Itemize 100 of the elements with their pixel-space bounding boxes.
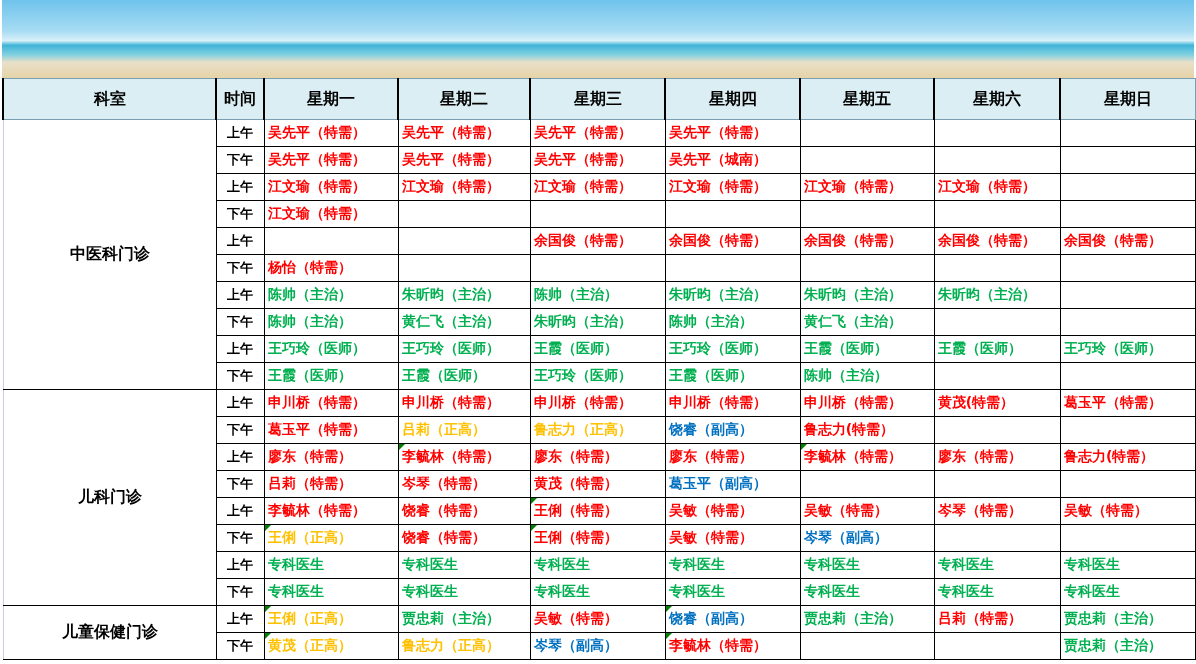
schedule-cell: 专科医生 xyxy=(800,578,935,606)
schedule-cell: 江文瑜（特需） xyxy=(530,173,666,201)
schedule-cell: 王霞（医师） xyxy=(264,362,399,390)
schedule-cell: 专科医生 xyxy=(530,551,666,579)
schedule-cell: 吴敏（特需） xyxy=(530,605,666,633)
schedule-cell: 王霞（医师） xyxy=(800,335,935,363)
schedule-cell: 吴先平（特需） xyxy=(665,119,801,147)
schedule-cell: 王巧玲（医师） xyxy=(398,335,531,363)
schedule-cell: 王俐（特需） xyxy=(530,524,666,552)
schedule-cell: 葛玉平（特需） xyxy=(264,416,399,444)
schedule-cell: 李毓林（特需） xyxy=(665,632,801,660)
schedule-cell: 陈帅（主治） xyxy=(530,281,666,309)
schedule-cell: 专科医生 xyxy=(665,551,801,579)
schedule-cell: 廖东（特需） xyxy=(530,443,666,471)
schedule-cell: 申川桥（特需） xyxy=(800,389,935,417)
schedule-cell: 专科医生 xyxy=(665,578,801,606)
department-cell: 儿童保健门诊 xyxy=(3,605,217,660)
time-cell: 下午 xyxy=(216,200,265,228)
schedule-cell: 陈帅（主治） xyxy=(800,362,935,390)
schedule-cell: 王霞（医师） xyxy=(665,362,801,390)
schedule-cell: 岑琴（特需） xyxy=(398,470,531,498)
schedule-cell: 王俐（特需） xyxy=(530,497,666,525)
schedule-cell: 黄茂（特需） xyxy=(530,470,666,498)
schedule-cell: 专科医生 xyxy=(934,578,1061,606)
schedule-cell: 王霞（医师） xyxy=(398,362,531,390)
time-cell: 上午 xyxy=(216,389,265,417)
schedule-cell: 吴先平（特需） xyxy=(398,119,531,147)
schedule-cell: 廖东（特需） xyxy=(264,443,399,471)
schedule-cell: 杨怡（特需） xyxy=(264,254,399,282)
schedule-cell: 黄仁飞（主治） xyxy=(398,308,531,336)
time-cell: 下午 xyxy=(216,632,265,660)
schedule-cell: 专科医生 xyxy=(398,578,531,606)
time-cell: 下午 xyxy=(216,524,265,552)
schedule-cell: 吴先平（城南） xyxy=(665,146,801,174)
schedule-cell: 王俐（正高） xyxy=(264,605,399,633)
schedule-cell: 饶睿（副高） xyxy=(665,605,801,633)
schedule-cell: 朱昕昀（主治） xyxy=(665,281,801,309)
schedule-cell: 申川桥（特需） xyxy=(264,389,399,417)
schedule-cell: 鲁志力（正高） xyxy=(398,632,531,660)
schedule-cell: 陈帅（主治） xyxy=(264,308,399,336)
schedule-cell: 岑琴（副高） xyxy=(530,632,666,660)
schedule-cell: 黄仁飞（主治） xyxy=(800,308,935,336)
time-cell: 上午 xyxy=(216,551,265,579)
schedule-cell: 王巧玲（医师） xyxy=(264,335,399,363)
schedule-cell: 吴先平（特需） xyxy=(398,146,531,174)
schedule-cell: 专科医生 xyxy=(934,551,1061,579)
schedule-cell: 吕莉（特需） xyxy=(264,470,399,498)
schedule-cell: 吴先平（特需） xyxy=(530,119,666,147)
time-cell: 上午 xyxy=(216,119,265,147)
schedule-cell: 黄茂(特需） xyxy=(934,389,1061,417)
schedule-cell: 李毓林（特需） xyxy=(264,497,399,525)
schedule-cell: 饶睿（特需） xyxy=(398,497,531,525)
schedule-cell: 吴先平（特需） xyxy=(530,146,666,174)
schedule-cell: 朱昕昀（主治） xyxy=(934,281,1061,309)
schedule-cell: 廖东（特需） xyxy=(934,443,1061,471)
time-cell: 上午 xyxy=(216,605,265,633)
time-cell: 下午 xyxy=(216,362,265,390)
schedule-cell: 陈帅（主治） xyxy=(264,281,399,309)
schedule-cell: 吴先平（特需） xyxy=(264,119,399,147)
department-cell: 儿科门诊 xyxy=(3,389,217,606)
schedule-cell: 余国俊（特需） xyxy=(800,227,935,255)
schedule-cell: 专科医生 xyxy=(530,578,666,606)
schedule-cell: 专科医生 xyxy=(264,578,399,606)
schedule-cell: 余国俊（特需） xyxy=(665,227,801,255)
schedule-cell: 朱昕昀（主治） xyxy=(398,281,531,309)
schedule-cell: 江文瑜（特需） xyxy=(398,173,531,201)
time-cell: 上午 xyxy=(216,227,265,255)
schedule-cell: 王巧玲（医师） xyxy=(1060,335,1196,363)
schedule-cell: 葛玉平（副高） xyxy=(665,470,801,498)
column-header: 科室 xyxy=(3,78,217,120)
schedule-cell: 贾忠莉（主治） xyxy=(1060,632,1196,660)
schedule-cell: 饶睿（副高） xyxy=(665,416,801,444)
schedule-cell: 专科医生 xyxy=(264,551,399,579)
schedule-cell: 饶睿（特需） xyxy=(398,524,531,552)
schedule-cell: 吕莉（正高） xyxy=(398,416,531,444)
column-header: 星期四 xyxy=(665,78,801,120)
schedule-cell: 朱昕昀（主治） xyxy=(530,308,666,336)
time-cell: 上午 xyxy=(216,281,265,309)
schedule-cell: 王巧玲（医师） xyxy=(665,335,801,363)
schedule-cell: 岑琴（副高） xyxy=(800,524,935,552)
schedule-cell: 申川桥（特需） xyxy=(398,389,531,417)
schedule-cell: 余国俊（特需） xyxy=(934,227,1061,255)
schedule-cell: 李毓林（特需） xyxy=(398,443,531,471)
time-cell: 上午 xyxy=(216,335,265,363)
schedule-cell: 吴敏（特需） xyxy=(800,497,935,525)
column-header: 时间 xyxy=(216,78,265,120)
schedule-cell: 江文瑜（特需） xyxy=(934,173,1061,201)
schedule-cell: 王巧玲（医师） xyxy=(530,362,666,390)
time-cell: 下午 xyxy=(216,308,265,336)
schedule-cell: 申川桥（特需） xyxy=(665,389,801,417)
schedule-cell: 吴敏（特需） xyxy=(1060,497,1196,525)
time-cell: 上午 xyxy=(216,497,265,525)
schedule-cell: 申川桥（特需） xyxy=(530,389,666,417)
time-cell: 下午 xyxy=(216,578,265,606)
schedule-cell: 专科医生 xyxy=(1060,578,1196,606)
column-header: 星期一 xyxy=(264,78,399,120)
schedule-cell: 王俐（正高） xyxy=(264,524,399,552)
schedule-cell: 江文瑜（特需） xyxy=(665,173,801,201)
schedule-cell: 专科医生 xyxy=(800,551,935,579)
schedule-cell: 朱昕昀（主治） xyxy=(800,281,935,309)
